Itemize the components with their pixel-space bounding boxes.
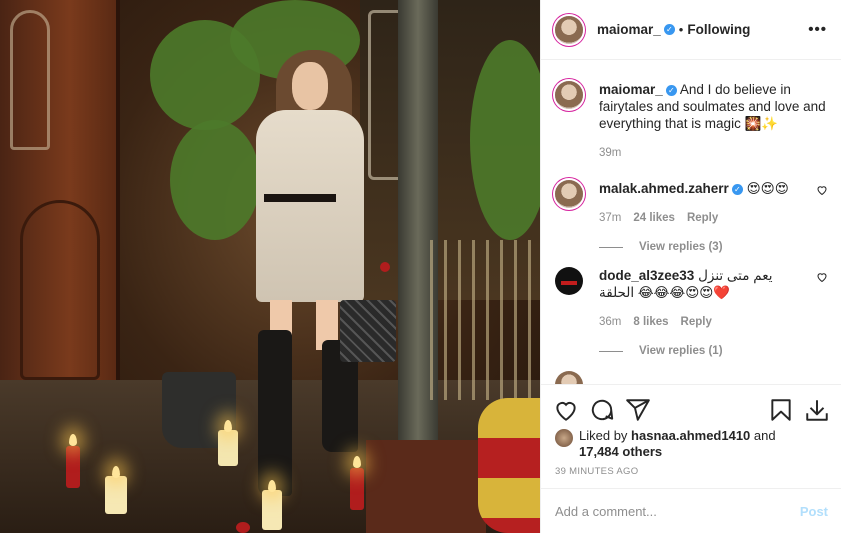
caption: maiomar_ ✓ And I do believe in fairytales… <box>555 61 828 162</box>
caption-time[interactable]: 39m <box>599 145 621 162</box>
action-bar <box>541 384 841 434</box>
comment-likes[interactable]: 8 likes <box>633 314 668 331</box>
comment-like-heart-icon[interactable] <box>816 184 828 196</box>
post-button[interactable]: Post <box>800 504 828 519</box>
separator-dot: • <box>678 22 684 37</box>
likes-prefix: Liked by <box>579 428 628 443</box>
author-avatar[interactable] <box>555 15 583 44</box>
verified-badge-icon: ✓ <box>665 85 677 96</box>
likes-count[interactable]: 17,484 others <box>579 444 662 459</box>
post-photo[interactable] <box>0 0 540 533</box>
share-icon[interactable] <box>625 397 651 423</box>
likes-and: and <box>753 428 776 443</box>
photo-face <box>292 62 328 110</box>
replies-line <box>599 350 623 352</box>
bookmark-icon[interactable] <box>768 397 794 423</box>
author-username[interactable]: maiomar_ <box>597 22 661 37</box>
photo-handbag <box>340 300 396 362</box>
caption-avatar[interactable] <box>555 81 583 109</box>
comment-item: dode_al3zee33 يعم متى تنزل الحلقة 😂😂😂😍😍❤… <box>555 253 828 331</box>
photo-belt <box>264 194 336 202</box>
instagram-post: maiomar_ ✓ • Following ••• maiomar_ ✓ And… <box>0 0 841 533</box>
comment-input[interactable]: Add a comment... <box>555 504 800 519</box>
comment-item-partial <box>555 357 828 384</box>
photo-block <box>366 440 486 533</box>
comment-avatar[interactable] <box>555 180 583 208</box>
view-replies-label: View replies (1) <box>639 345 723 357</box>
verified-badge-icon: ✓ <box>731 184 743 195</box>
replies-line <box>599 246 623 248</box>
comment-username[interactable]: malak.ahmed.zaherr <box>599 181 729 196</box>
comment-likes[interactable]: 24 likes <box>633 210 675 227</box>
photo-tire <box>478 398 540 533</box>
download-icon[interactable] <box>804 397 830 423</box>
post-side-panel: maiomar_ ✓ • Following ••• maiomar_ ✓ And… <box>540 0 841 533</box>
comment-avatar[interactable] <box>555 371 583 384</box>
comment-icon[interactable] <box>589 397 615 423</box>
comment-username[interactable]: dode_al3zee33 <box>599 268 694 283</box>
comment-like-heart-icon[interactable] <box>816 271 828 283</box>
reply-button[interactable]: Reply <box>681 314 712 331</box>
comment-time[interactable]: 37m <box>599 210 621 227</box>
view-replies-label: View replies (3) <box>639 241 723 253</box>
comment-item: malak.ahmed.zaherr ✓ 😍😍😍 37m 24 likes Rep… <box>555 162 828 227</box>
photo-dress <box>256 110 364 302</box>
following-button[interactable]: Following <box>687 22 750 37</box>
caption-username[interactable]: maiomar_ <box>599 82 663 97</box>
add-comment-bar: Add a comment... Post <box>541 488 841 533</box>
post-header: maiomar_ ✓ • Following ••• <box>541 0 841 60</box>
post-timestamp[interactable]: 39 MINUTES AGO <box>555 466 638 477</box>
comment-time[interactable]: 36m <box>599 314 621 331</box>
heart-icon[interactable] <box>553 397 579 423</box>
likes-summary[interactable]: Liked by hasnaa.ahmed1410 and 17,484 oth… <box>555 428 831 460</box>
view-replies-button[interactable]: View replies (1) <box>599 345 828 357</box>
comment-avatar[interactable] <box>555 267 583 295</box>
photo-fence <box>430 240 540 400</box>
verified-badge-icon: ✓ <box>663 24 675 35</box>
liker-username[interactable]: hasnaa.ahmed1410 <box>631 428 750 443</box>
reply-button[interactable]: Reply <box>687 210 718 227</box>
more-options-icon[interactable]: ••• <box>808 21 827 38</box>
view-replies-button[interactable]: View replies (3) <box>599 241 828 253</box>
comment-text: 😍😍😍 <box>746 181 789 196</box>
liker-avatar <box>555 429 573 447</box>
comments-list[interactable]: maiomar_ ✓ And I do believe in fairytales… <box>541 61 841 384</box>
